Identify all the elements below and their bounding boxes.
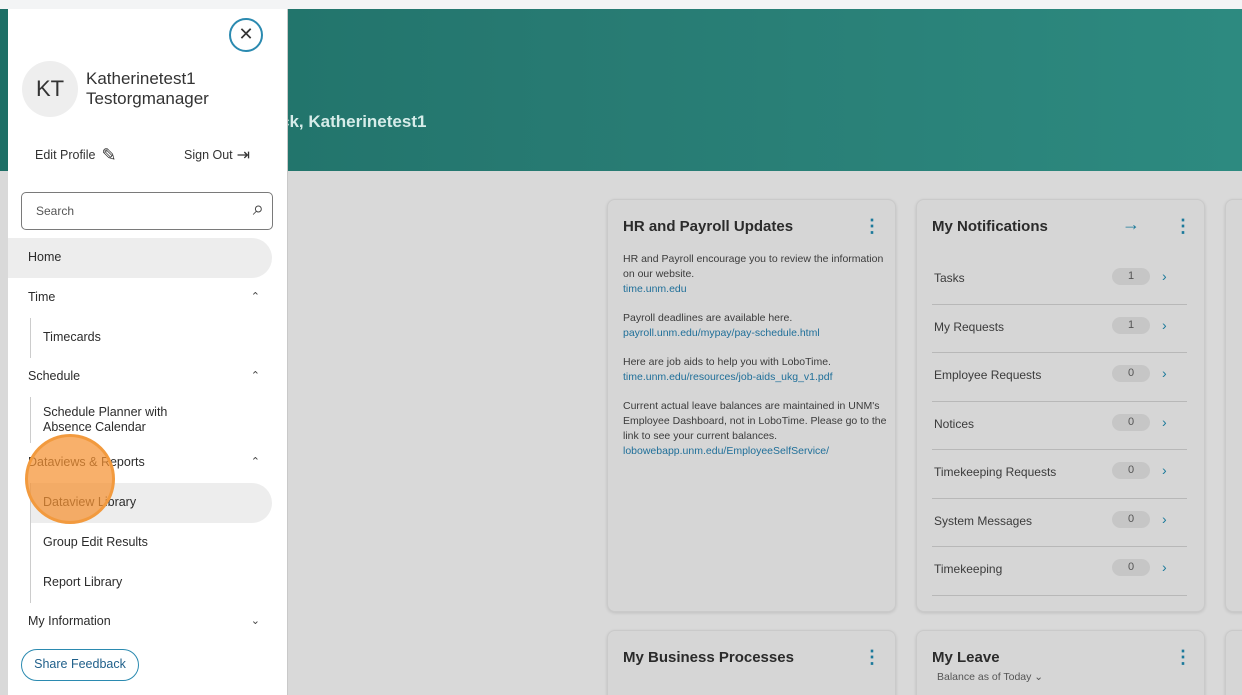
row-label: Tasks: [934, 271, 965, 285]
welcome-text: ck, Katherinetest1: [280, 112, 427, 131]
row-label: Employee Requests: [934, 368, 1042, 382]
row-label: My Requests: [934, 319, 1005, 334]
click-indicator: [25, 434, 115, 524]
notification-row[interactable]: Employee Requests 0 ›: [932, 353, 1187, 402]
close-icon[interactable]: ✕: [229, 18, 263, 52]
pencil-icon: ✎: [101, 145, 117, 165]
card-title: HR and Payroll Updates: [623, 218, 794, 235]
search-icon[interactable]: ⌕: [253, 198, 264, 221]
hr-payroll-card: HR and Payroll Updates ⋮ HR and Payroll …: [607, 199, 896, 612]
hr-text: Here are job aids to help you with LoboT…: [623, 356, 831, 368]
arrow-right-icon[interactable]: →: [1122, 214, 1140, 235]
caret-up-icon: ⌃: [250, 370, 260, 382]
chevron-right-icon[interactable]: ›: [1162, 365, 1167, 381]
notification-row[interactable]: Timekeeping 0 ›: [932, 547, 1187, 596]
partial-card-right-bottom: [1225, 630, 1242, 695]
count-badge: 0: [1112, 413, 1150, 431]
count-badge: 0: [1112, 510, 1150, 528]
nav-item-group-edit-results[interactable]: Group Edit Results: [30, 523, 272, 563]
navigation-drawer: ✕ KT Katherinetest1 Testorgmanager Edit …: [8, 9, 287, 695]
hr-link[interactable]: lobowebapp.unm.edu/EmployeeSelfService/: [623, 444, 888, 459]
hr-link[interactable]: time.unm.edu/resources/job-aids_ukg_v1.p…: [623, 370, 888, 385]
user-last-name: Testorgmanager: [86, 89, 209, 108]
kebab-icon[interactable]: ⋮: [1174, 648, 1192, 666]
search-placeholder: Search: [36, 204, 75, 218]
search-input[interactable]: Search ⌕: [21, 192, 273, 230]
business-processes-card: My Business Processes ⋮: [607, 630, 896, 695]
hr-link[interactable]: payroll.unm.edu/mypay/pay-schedule.html: [623, 326, 888, 341]
my-leave-card: My Leave Balance as of Today ⌄ ⋮: [916, 630, 1205, 695]
caret-up-icon: ⌃: [250, 456, 260, 468]
drawer-divider: [287, 9, 288, 695]
row-label: Notices: [934, 416, 975, 431]
hr-text: Current actual leave balances are mainta…: [623, 400, 887, 442]
notification-row[interactable]: Tasks 1 ›: [932, 256, 1187, 305]
caret-down-icon: ⌄: [1034, 671, 1044, 683]
card-title: My Notifications: [932, 218, 1048, 235]
partial-card-right: [1225, 199, 1242, 612]
notification-list: Tasks 1 › My Requests 1 › Employee Requests 0…: [932, 256, 1187, 596]
sign-out-label: Sign Out: [184, 148, 233, 162]
chevron-right-icon[interactable]: ›: [1162, 414, 1167, 430]
nav-label: Time: [28, 290, 56, 304]
hr-text: HR and Payroll encourage you to review t…: [623, 253, 884, 280]
count-badge: 0: [1112, 462, 1150, 479]
kebab-icon[interactable]: ⋮: [1174, 217, 1192, 235]
chevron-right-icon[interactable]: ›: [1162, 559, 1167, 575]
nav-label: Timecards: [43, 330, 101, 344]
edit-profile-button[interactable]: Edit Profile ✎: [35, 145, 117, 166]
count-badge: 0: [1112, 365, 1150, 382]
notification-row[interactable]: Notices 0 ›: [932, 402, 1187, 450]
nav-label: Report Library: [43, 575, 123, 589]
chevron-right-icon[interactable]: ›: [1162, 511, 1167, 527]
share-feedback-button[interactable]: Share Feedback: [21, 649, 139, 681]
notifications-card: My Notifications → ⋮ Tasks 1 › My Requests…: [916, 199, 1205, 612]
user-first-name: Katherinetest1: [86, 69, 196, 88]
row-label: Timekeeping Requests: [934, 465, 1057, 479]
kebab-icon[interactable]: ⋮: [863, 648, 881, 666]
notification-row[interactable]: System Messages 0 ›: [932, 499, 1187, 547]
nav-item-home[interactable]: Home: [8, 238, 272, 278]
sign-out-button[interactable]: Sign Out ⇥: [184, 145, 250, 165]
card-title: My Leave: [932, 649, 1000, 666]
kebab-icon[interactable]: ⋮: [863, 217, 881, 235]
nav-label: Group Edit Results: [43, 535, 148, 549]
hr-body: HR and Payroll encourage you to review t…: [623, 252, 888, 473]
user-name: Katherinetest1 Testorgmanager: [86, 69, 276, 109]
chevron-right-icon[interactable]: ›: [1162, 268, 1167, 284]
avatar: KT: [22, 61, 78, 117]
nav-label: Schedule: [28, 369, 81, 383]
notification-row[interactable]: My Requests 1 ›: [932, 305, 1187, 353]
count-badge: 1: [1112, 316, 1150, 334]
nav-item-time[interactable]: Time ⌃: [8, 278, 272, 318]
caret-down-icon: ⌄: [250, 615, 260, 627]
nav-item-my-information[interactable]: My Information ⌄: [8, 602, 272, 642]
caret-up-icon: ⌃: [250, 291, 260, 303]
count-badge: 0: [1112, 559, 1150, 576]
row-label: System Messages: [934, 513, 1033, 528]
nav-item-schedule[interactable]: Schedule ⌃: [8, 357, 272, 397]
sign-out-icon: ⇥: [236, 147, 251, 164]
card-title: My Business Processes: [623, 649, 794, 666]
chevron-right-icon[interactable]: ›: [1162, 462, 1167, 478]
nav-item-timecards[interactable]: Timecards: [30, 318, 272, 358]
chevron-right-icon[interactable]: ›: [1162, 317, 1167, 333]
hr-link[interactable]: time.unm.edu: [623, 282, 888, 297]
row-label: Timekeeping: [934, 562, 1003, 576]
edit-profile-label: Edit Profile: [35, 148, 96, 162]
nav-label: My Information: [28, 614, 111, 628]
hr-text: Payroll deadlines are available here.: [623, 312, 793, 324]
nav-item-report-library[interactable]: Report Library: [30, 563, 272, 603]
notification-row[interactable]: Timekeeping Requests 0 ›: [932, 450, 1187, 499]
top-strip: [0, 0, 1242, 9]
leave-subtitle-text: Balance as of Today: [937, 671, 1032, 683]
leave-subtitle[interactable]: Balance as of Today ⌄: [937, 671, 1043, 683]
count-badge: 1: [1112, 268, 1150, 285]
nav-label: Schedule Planner with Absence Calendar: [43, 405, 168, 434]
nav-label: Home: [28, 250, 62, 264]
